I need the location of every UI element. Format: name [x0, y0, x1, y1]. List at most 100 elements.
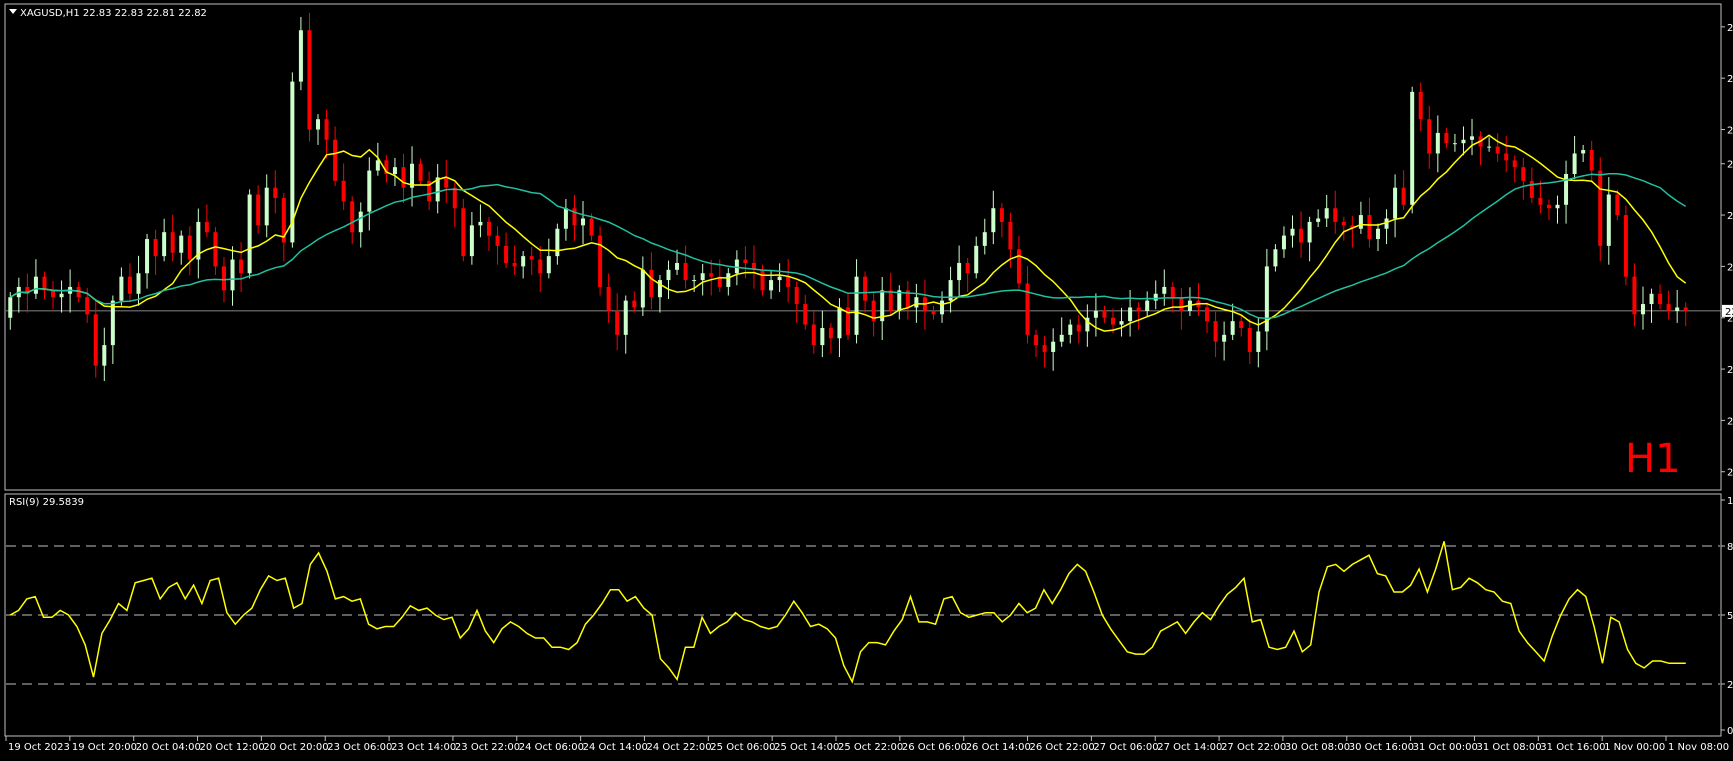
candle-body — [145, 239, 150, 274]
chart-window: 22.3522.5022.6522.8022.9523.1023.2523.35… — [0, 0, 1733, 756]
candle-body — [179, 235, 184, 253]
candle-body — [1367, 215, 1372, 240]
candle-body — [1393, 187, 1398, 219]
candle-body — [333, 139, 338, 181]
candle-body — [1213, 321, 1218, 342]
candle-body — [1119, 321, 1124, 325]
candle-body — [367, 170, 372, 212]
time-tick-label: 30 Oct 08:00 — [1285, 742, 1350, 753]
candle-body — [504, 245, 509, 263]
candle-body — [358, 211, 363, 233]
candle-body — [1016, 249, 1021, 284]
candle-body — [700, 273, 705, 281]
candle-body — [1666, 304, 1671, 311]
candle-body — [709, 273, 714, 277]
candle-body — [991, 208, 996, 233]
candle-body — [273, 187, 278, 198]
price-tick-label: 22.50 — [1727, 416, 1733, 427]
candle-body — [1487, 146, 1492, 148]
candle-body — [153, 239, 158, 257]
candle-body — [1051, 341, 1056, 352]
candle-body — [247, 194, 252, 274]
rsi-tick-label: 20 — [1727, 680, 1733, 691]
time-tick-label: 19 Oct 2023 — [8, 742, 70, 753]
chart-title: XAGUSD,H1 22.83 22.83 22.81 22.82 — [20, 8, 207, 19]
candle-body — [1640, 304, 1645, 315]
price-tick-label: 23.50 — [1727, 74, 1733, 85]
candle-body — [452, 187, 457, 209]
candle-body — [598, 235, 603, 287]
time-tick-label: 31 Oct 08:00 — [1476, 742, 1541, 753]
candle-body — [1316, 218, 1321, 222]
candle-body — [461, 208, 466, 257]
candle-body — [1333, 208, 1338, 222]
candle-body — [589, 218, 594, 236]
candle-body — [1572, 153, 1577, 174]
candle-body — [1598, 170, 1603, 246]
candle-body — [632, 300, 637, 308]
candle-body — [93, 314, 98, 366]
candle-body — [888, 290, 893, 311]
rsi-tick-label: 80 — [1727, 542, 1733, 553]
candle-body — [837, 307, 842, 339]
candle-body — [1649, 293, 1654, 305]
candle-body — [1615, 194, 1620, 216]
candle-body — [1555, 204, 1560, 209]
candle-body — [1093, 310, 1098, 318]
candle-body — [914, 297, 919, 308]
candle-body — [811, 324, 816, 346]
time-tick-label: 20 Oct 20:00 — [263, 742, 328, 753]
candle-body — [1675, 307, 1680, 311]
candle-body — [563, 208, 568, 229]
candle-body — [640, 269, 645, 308]
time-tick-label: 23 Oct 14:00 — [391, 742, 456, 753]
candle-body — [623, 300, 628, 335]
candle-body — [33, 276, 38, 294]
candle-body — [1273, 249, 1278, 267]
candle-body — [59, 293, 64, 298]
candle-body — [239, 259, 244, 274]
time-tick-label: 24 Oct 22:00 — [646, 742, 711, 753]
candle-body — [256, 194, 261, 226]
time-axis[interactable]: 19 Oct 2023 19 Oct 20:0020 Oct 04:0020 Oc… — [5, 736, 1729, 753]
time-tick-label: 23 Oct 06:00 — [327, 742, 392, 753]
candle-body — [127, 276, 132, 294]
candle-body — [136, 273, 141, 294]
price-pane[interactable] — [4, 3, 1722, 491]
candle-body — [8, 297, 13, 318]
time-tick-label: 31 Oct 16:00 — [1540, 742, 1605, 753]
candle-body — [512, 262, 517, 267]
candle-body — [529, 256, 534, 260]
candle-body — [1427, 119, 1432, 154]
candle-body — [1162, 286, 1167, 294]
time-tick-label: 27 Oct 22:00 — [1221, 742, 1286, 753]
time-tick-label: 1 Nov 00:00 — [1604, 742, 1665, 753]
candle-body — [743, 259, 748, 263]
candle-body — [1341, 221, 1346, 226]
time-tick-label: 23 Oct 22:00 — [455, 742, 520, 753]
candle-body — [1110, 317, 1115, 325]
price-tick-label: 23.10 — [1727, 211, 1733, 222]
candle-body — [1683, 307, 1688, 311]
price-tick-label: 22.65 — [1727, 365, 1733, 376]
candle-body — [794, 286, 799, 305]
candle-body — [803, 304, 808, 325]
candle-body — [1247, 328, 1252, 352]
candle-body — [1230, 321, 1235, 335]
chart-canvas[interactable]: 22.3522.5022.6522.8022.9523.1023.2523.35… — [0, 0, 1733, 756]
price-axis[interactable]: 22.3522.5022.6522.8022.9523.1023.2523.35… — [1721, 23, 1733, 479]
candle-body — [1623, 215, 1628, 277]
candle-body — [264, 187, 269, 226]
candle-body — [1461, 139, 1466, 144]
candle-body — [1256, 331, 1261, 352]
candle-body — [401, 167, 406, 188]
candle-body — [1418, 91, 1423, 120]
candle-body — [957, 262, 962, 281]
time-tick-label: 20 Oct 04:00 — [136, 742, 201, 753]
candle-body — [1435, 132, 1440, 154]
candle-body — [444, 177, 449, 188]
candle-body — [187, 235, 192, 260]
candle-body — [1239, 321, 1244, 328]
candle-body — [726, 273, 731, 287]
candle-body — [375, 160, 380, 171]
